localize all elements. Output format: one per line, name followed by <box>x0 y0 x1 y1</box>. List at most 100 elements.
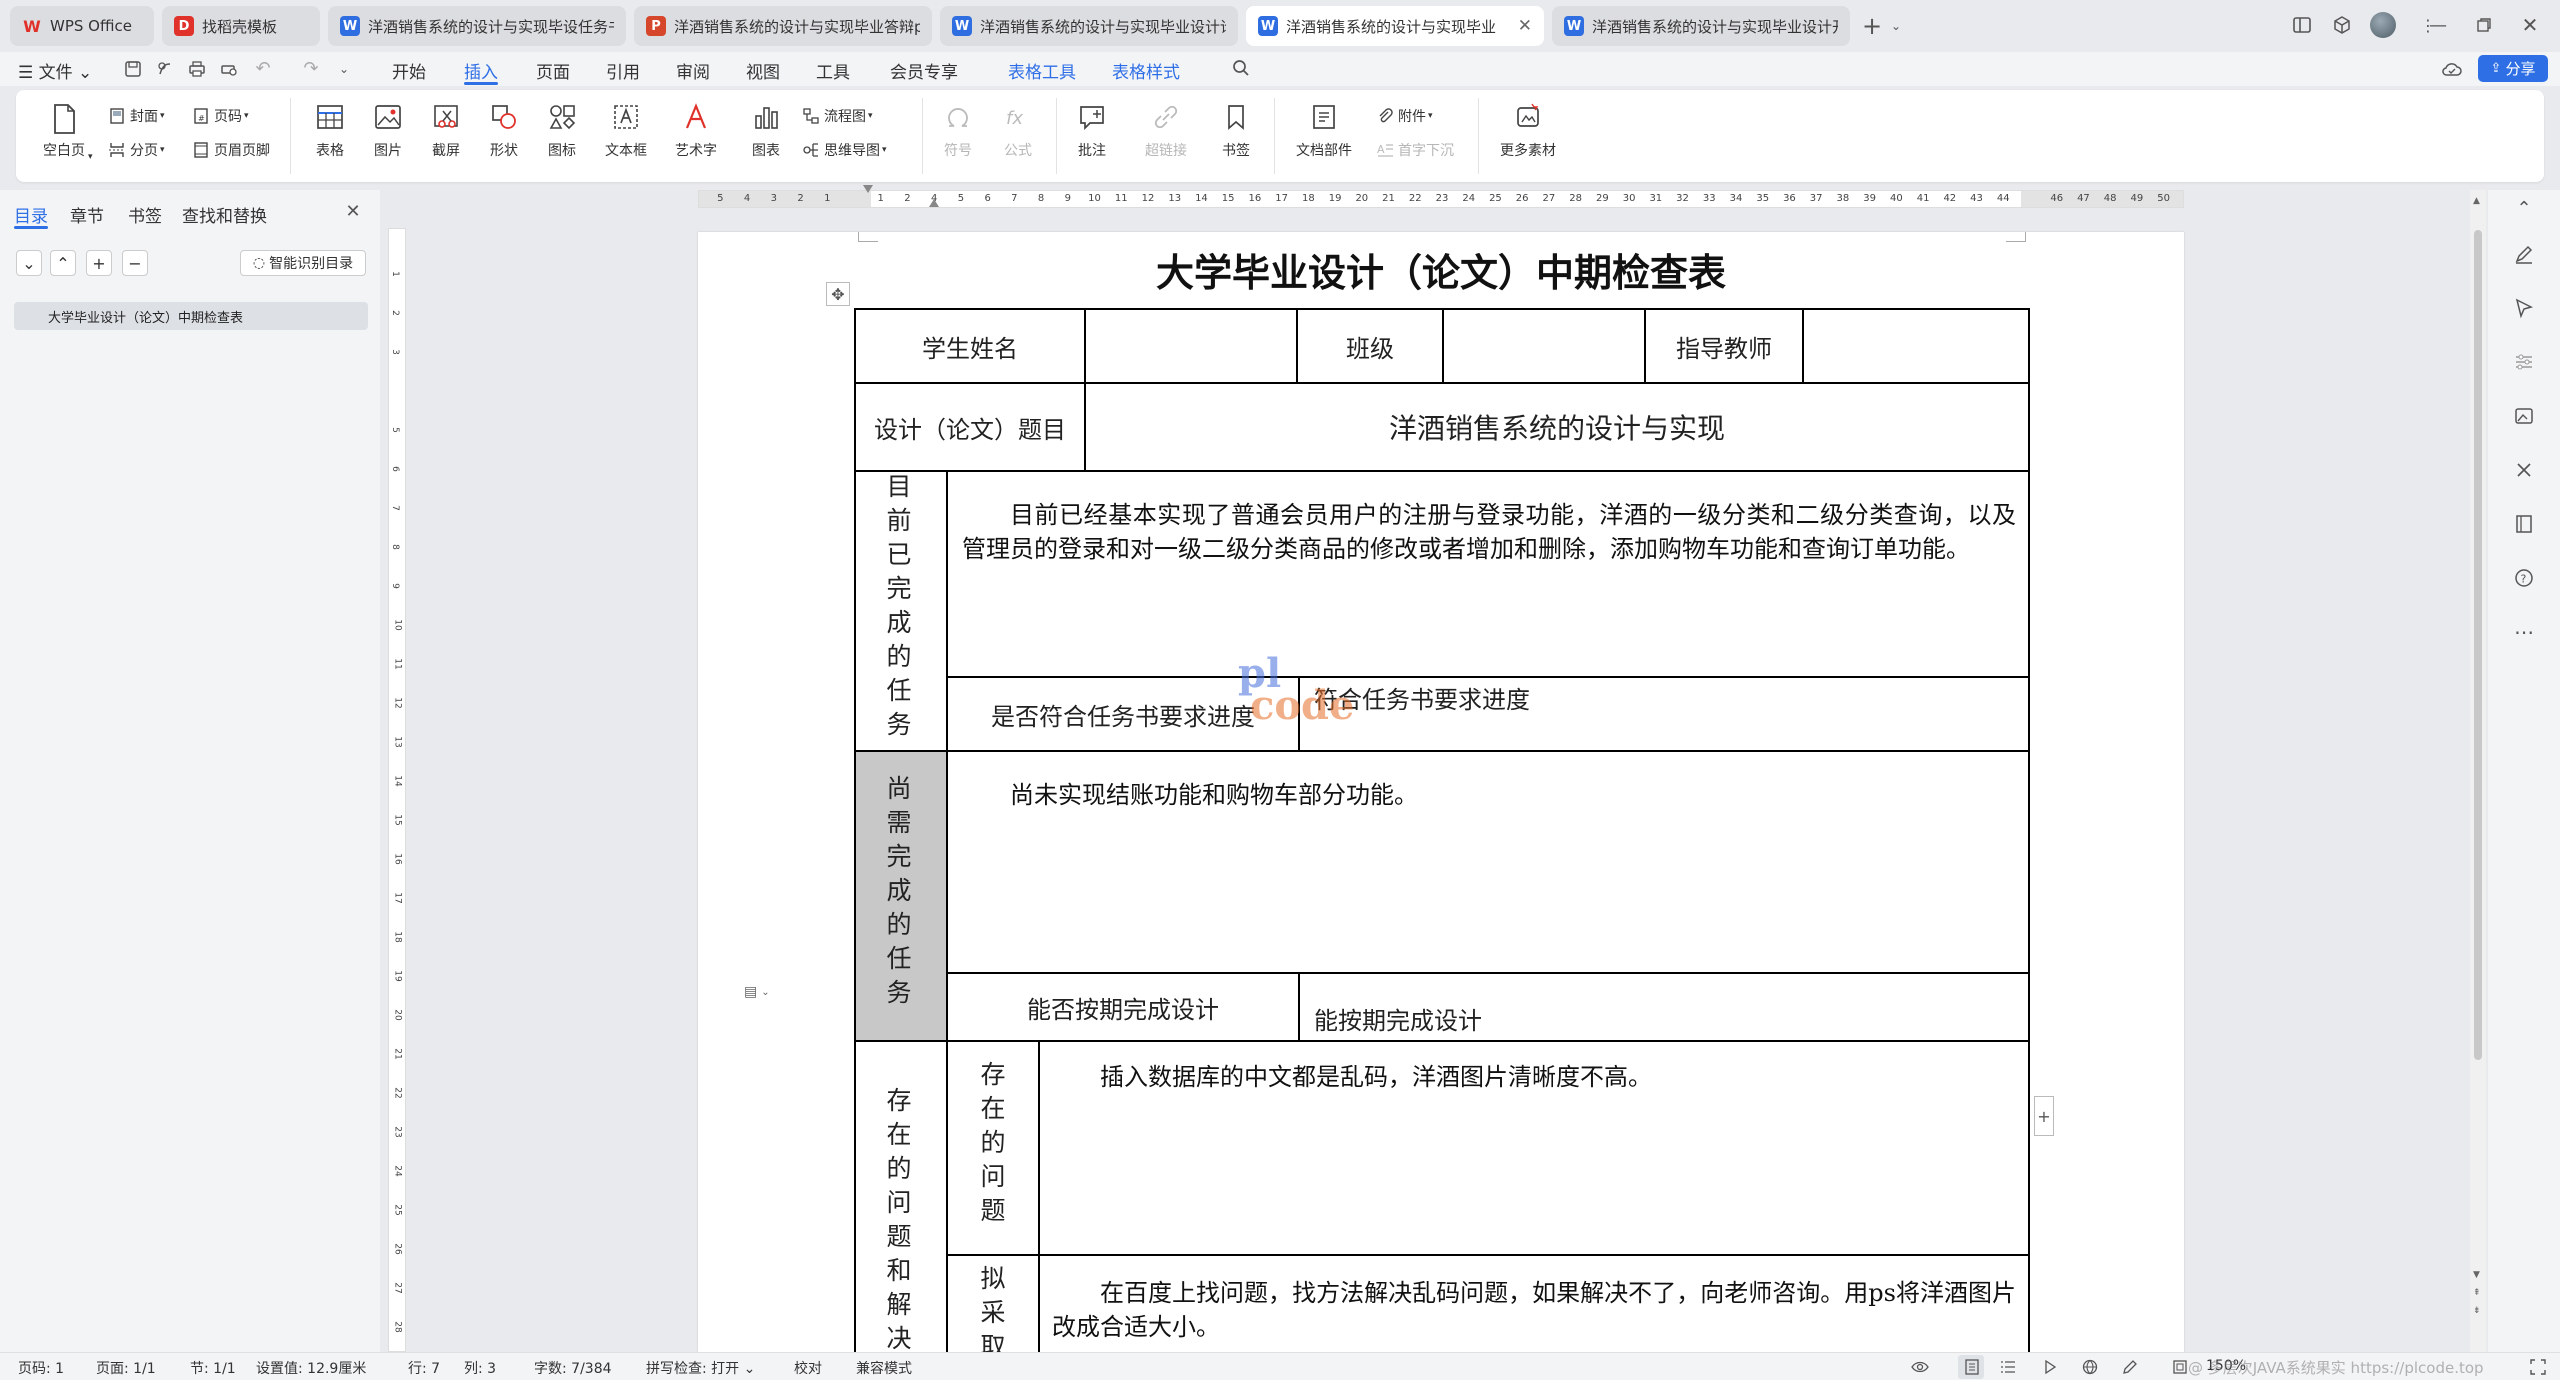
print-preview-icon[interactable] <box>218 58 240 80</box>
table-button[interactable]: 表格 <box>306 102 354 160</box>
more-horizontal-icon[interactable]: ⋯ <box>2510 618 2538 646</box>
ontime-value[interactable]: 能按期完成设计 <box>1298 972 2030 1042</box>
page-number-button[interactable]: # 页码 ▾ <box>192 106 249 126</box>
scroll-down-icon[interactable]: ▼ <box>2473 1270 2480 1280</box>
menu-home[interactable]: 开始 <box>392 58 426 83</box>
close-pane-icon[interactable]: ✕ <box>342 200 364 222</box>
nav-tab-toc[interactable]: 目录 <box>14 202 48 227</box>
menu-table-style[interactable]: 表格样式 <box>1112 58 1180 83</box>
write-mode-icon[interactable] <box>2120 1357 2140 1377</box>
status-spell-check[interactable]: 拼写检查: 打开 ⌄ <box>646 1358 755 1378</box>
tab-docer[interactable]: D 找稻壳模板 <box>162 6 320 46</box>
toc-item[interactable]: 大学毕业设计（论文）中期检查表 <box>14 302 368 330</box>
class-value[interactable] <box>1442 308 1646 384</box>
image-edit-icon[interactable] <box>2510 402 2538 430</box>
scrollbar-thumb[interactable] <box>2474 230 2482 1060</box>
promote-button[interactable]: ⌃ <box>50 250 76 276</box>
formula-button[interactable]: fx 公式 <box>994 102 1042 160</box>
new-tab-icon[interactable]: + <box>1858 12 1886 40</box>
fit-page-icon[interactable] <box>2170 1357 2190 1377</box>
share-button[interactable]: ⇪ 分享 <box>2478 55 2548 82</box>
doc-parts-button[interactable]: 文档部件 <box>1286 102 1362 160</box>
nav-tab-sections[interactable]: 章节 <box>70 202 104 227</box>
search-icon[interactable] <box>1230 57 1252 79</box>
horizontal-ruler[interactable]: 5 4 3 2 1 1 2 4 5 6 7 8 9 10 11 12 13 14 15 16 17 18 19 20 21 22 2… <box>698 185 2184 208</box>
tab-doc-taskbook[interactable]: W 洋酒销售系统的设计与实现毕设任务书 <box>328 6 626 46</box>
file-menu[interactable]: ☰ 文件 ⌄ <box>18 58 92 83</box>
menu-tools[interactable]: 工具 <box>816 58 850 83</box>
document-page[interactable]: 大学毕业设计（论文）中期检查表 ✥ 学生姓名 班级 指导教师 设计（论文）题目 … <box>698 232 2184 1352</box>
picture-button[interactable]: 图片 <box>364 102 412 160</box>
header-footer-button[interactable]: 页眉页脚 <box>192 140 270 160</box>
prev-page-icon[interactable]: ⇞ <box>2473 1288 2481 1298</box>
comment-button[interactable]: 批注 <box>1068 102 1116 160</box>
chevron-down-icon[interactable]: ⌄ <box>1888 14 1904 38</box>
sliders-icon[interactable] <box>2510 348 2538 376</box>
shape-button[interactable]: 形状 <box>480 102 528 160</box>
flowchart-button[interactable]: 流程图 ▾ <box>802 106 873 126</box>
cursor-select-icon[interactable] <box>2510 294 2538 322</box>
fullscreen-icon[interactable] <box>2528 1357 2548 1377</box>
menu-view[interactable]: 视图 <box>746 58 780 83</box>
close-tab-icon[interactable]: ✕ <box>1512 16 1532 36</box>
vertical-scrollbar[interactable]: ▲ ▼ ⇞ ⇟ <box>2470 190 2486 1352</box>
status-pages[interactable]: 页面: 1/1 <box>96 1358 156 1378</box>
add-column-plus-icon[interactable]: + <box>2034 1096 2054 1136</box>
save-icon[interactable] <box>122 58 144 80</box>
textbox-button[interactable]: 文本框 <box>596 102 656 160</box>
web-view-icon[interactable] <box>2080 1357 2100 1377</box>
cover-button[interactable]: 封面 ▾ <box>108 106 165 126</box>
window-layout-icon[interactable] <box>2290 13 2314 37</box>
next-page-icon[interactable]: ⇟ <box>2473 1306 2481 1316</box>
undo-icon[interactable]: ↶ <box>252 56 274 80</box>
chevron-up-icon[interactable]: ⌃ <box>2510 194 2538 222</box>
quick-access-more-icon[interactable]: ⌄ <box>336 58 352 80</box>
progress-value[interactable]: 符合任务书要求进度 <box>1298 676 2030 752</box>
mindmap-button[interactable]: 思维导图 ▾ <box>802 140 887 160</box>
scroll-up-icon[interactable]: ▲ <box>2473 196 2480 206</box>
avatar[interactable] <box>2370 12 2396 38</box>
nav-tab-bookmarks[interactable]: 书签 <box>128 202 162 227</box>
pen-edit-icon[interactable] <box>2510 240 2538 268</box>
book-icon[interactable] <box>2510 510 2538 538</box>
outline-view-icon[interactable] <box>1998 1357 2018 1377</box>
menu-table-tools[interactable]: 表格工具 <box>1008 58 1076 83</box>
remove-heading-button[interactable]: − <box>122 250 148 276</box>
cloud-sync-icon[interactable] <box>2440 58 2464 80</box>
vertical-ruler[interactable]: 1 2 3 5 6 7 8 9 10 11 12 13 14 15 16 17 18 19 20 21 22 23 24 25… <box>388 228 406 1352</box>
chart-button[interactable]: 图表 <box>742 102 790 160</box>
menu-member[interactable]: 会员专享 <box>890 58 958 83</box>
menu-references[interactable]: 引用 <box>606 58 640 83</box>
redo-icon[interactable]: ↷ <box>300 56 322 80</box>
advisor-value[interactable] <box>1802 308 2030 384</box>
tab-wps-home[interactable]: W WPS Office <box>10 6 154 46</box>
collapse-all-button[interactable]: ⌄ <box>16 250 42 276</box>
menu-insert[interactable]: 插入 <box>464 58 498 83</box>
close-window-icon[interactable]: ✕ <box>2516 13 2544 37</box>
hyperlink-button[interactable]: 超链接 <box>1138 102 1194 160</box>
table-move-handle-icon[interactable]: ✥ <box>826 282 850 306</box>
topic-value[interactable]: 洋酒销售系统的设计与实现 <box>1084 382 2030 472</box>
paragraph-layout-icon[interactable]: ▤ ⌄ <box>744 980 786 1004</box>
status-proofread[interactable]: 校对 <box>794 1358 822 1378</box>
play-icon[interactable] <box>2040 1357 2060 1377</box>
ruler-tab-marker[interactable] <box>929 197 939 207</box>
page-break-button[interactable]: 分页 ▾ <box>108 140 165 160</box>
eye-protect-icon[interactable] <box>1910 1357 1930 1377</box>
tab-doc-defense-ppt[interactable]: P 洋酒销售系统的设计与实现毕业答辩ppt <box>634 6 932 46</box>
add-heading-button[interactable]: + <box>86 250 112 276</box>
tools-icon[interactable] <box>2510 456 2538 484</box>
screenshot-button[interactable]: 截屏 <box>422 102 470 160</box>
minimize-icon[interactable]: — <box>2424 13 2452 37</box>
menu-page[interactable]: 页面 <box>536 58 570 83</box>
restore-icon[interactable] <box>2470 13 2498 37</box>
attachment-button[interactable]: 附件 ▾ <box>1376 106 1433 126</box>
ruler-indent-marker[interactable] <box>863 185 873 195</box>
symbol-button[interactable]: 符号 <box>934 102 982 160</box>
student-name-value[interactable] <box>1084 308 1298 384</box>
blank-page-button[interactable]: 空白页 ▾ <box>34 102 94 162</box>
export-pdf-icon[interactable] <box>154 58 176 80</box>
status-word-count[interactable]: 字数: 7/384 <box>534 1358 612 1378</box>
icon-button[interactable]: 图标 <box>538 102 586 160</box>
tab-doc-proposal[interactable]: W 洋酒销售系统的设计与实现毕业设计开题报告 <box>1552 6 1850 46</box>
